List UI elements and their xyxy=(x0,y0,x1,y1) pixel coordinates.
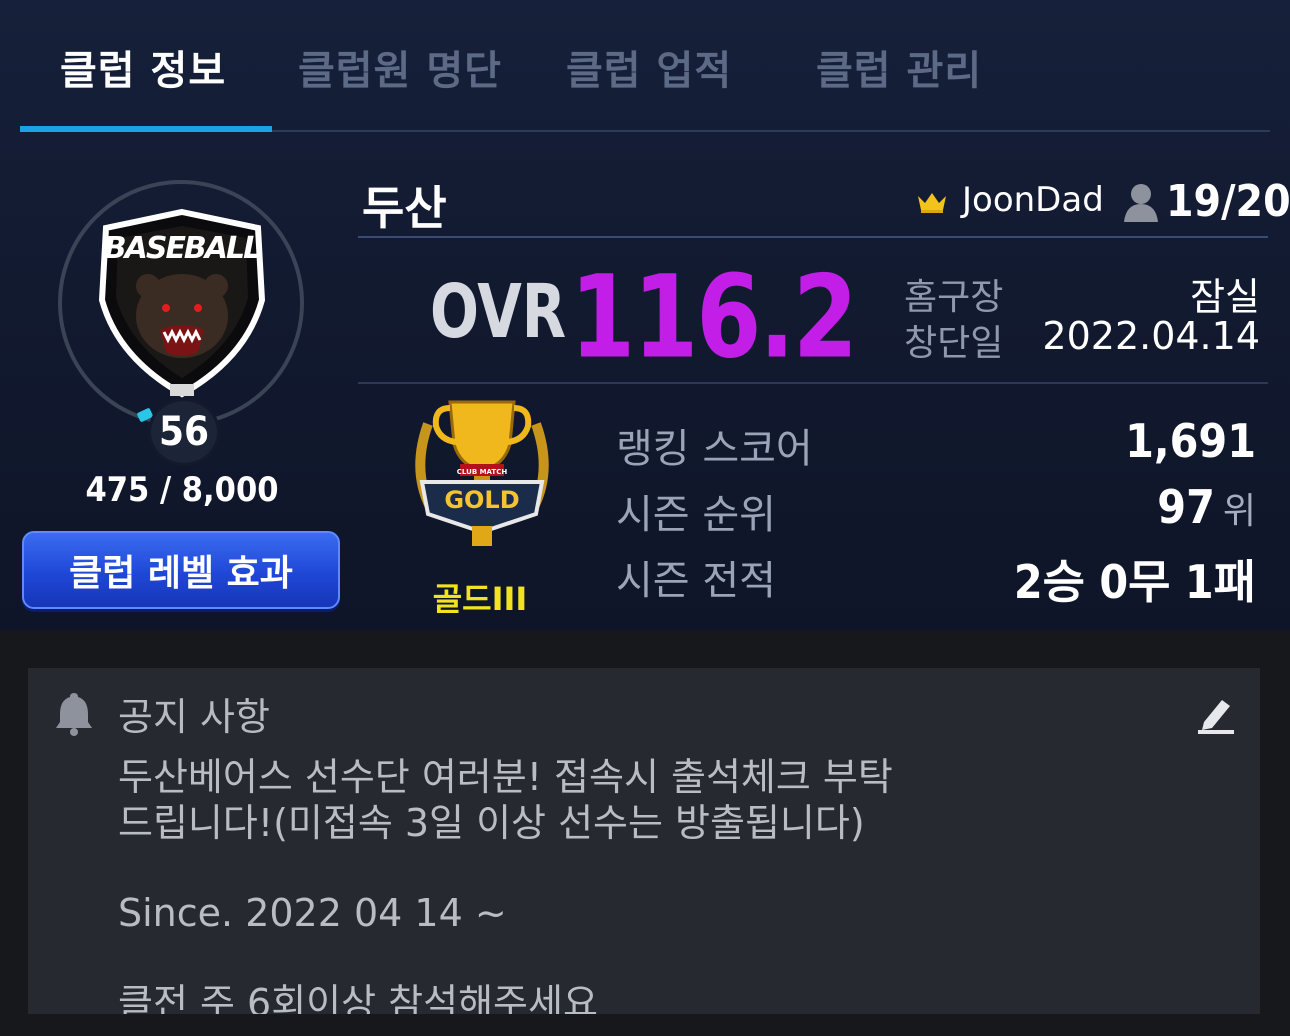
club-owner[interactable]: JoonDad xyxy=(962,180,1104,220)
season-rank-number: 97 xyxy=(1157,480,1215,534)
club-emblem-logo[interactable]: BASEBALL xyxy=(96,208,268,398)
season-record-value: 2승 0무 1패 xyxy=(1013,555,1256,609)
tab-club-achievements[interactable]: 클럽 업적 xyxy=(566,38,732,96)
bottom-edge xyxy=(0,1014,1290,1036)
season-rank-label: 시즌 순위 xyxy=(616,492,776,538)
notice-panel: 공지 사항 두산베어스 선수단 여러분! 접속시 출석체크 부탁 드립니다!(미… xyxy=(28,668,1260,1014)
notice-blank-line xyxy=(118,846,1198,890)
tier-badge-text: GOLD xyxy=(444,486,519,514)
tab-bar: 클럽 정보 클럽원 명단 클럽 업적 클럽 관리 xyxy=(20,0,1270,134)
home-stadium-label: 홈구장 xyxy=(904,277,1004,318)
notice-title: 공지 사항 xyxy=(118,695,270,739)
founded-date-label: 창단일 xyxy=(904,323,1004,364)
season-record-label: 시즌 전적 xyxy=(616,558,776,604)
notice-line: 드립니다!(미접속 3일 이상 선수는 방출됩니다) xyxy=(118,801,865,845)
tab-club-members[interactable]: 클럽원 명단 xyxy=(298,38,502,96)
club-name: 두산 xyxy=(362,181,447,235)
ranking-score-label: 랭킹 스코어 xyxy=(616,426,813,472)
active-tab-indicator xyxy=(20,126,272,132)
bell-icon xyxy=(56,693,92,736)
club-exp: 475 / 8,000 xyxy=(85,470,279,510)
ranking-score-value: 1,691 xyxy=(1125,414,1256,468)
notice-line: 클전 주 6회이상 참석해주세요 xyxy=(118,981,598,1014)
club-level-badge: 56 xyxy=(148,398,220,466)
tier-name: 골드III xyxy=(432,580,528,618)
section-divider xyxy=(358,382,1268,384)
club-level-effect-button[interactable]: 클럽 레벨 효과 xyxy=(22,531,340,609)
season-rank-value: 97 위 xyxy=(1157,480,1256,534)
edit-notice-icon[interactable] xyxy=(1198,694,1234,734)
notice-line: 두산베어스 선수단 여러분! 접속시 출석체크 부탁 xyxy=(118,755,893,799)
tab-club-management[interactable]: 클럽 관리 xyxy=(816,38,982,96)
notice-body: 두산베어스 선수단 여러분! 접속시 출석체크 부탁 드립니다!(미접속 3일 … xyxy=(118,754,1198,1014)
notice-line: Since. 2022 04 14 ~ xyxy=(118,891,507,935)
tab-club-info[interactable]: 클럽 정보 xyxy=(60,38,226,96)
ovr-value: 116.2 xyxy=(570,250,858,385)
member-count: 19/20 xyxy=(1166,176,1290,227)
member-icon xyxy=(1124,184,1158,222)
crown-icon xyxy=(918,193,946,213)
season-rank-unit: 위 xyxy=(1222,491,1256,532)
gold-tier-trophy-icon: CLUB MATCH GOLD xyxy=(415,400,549,546)
ovr-label: OVR xyxy=(430,270,567,356)
home-stadium-value: 잠실 xyxy=(1190,275,1260,319)
header-divider xyxy=(358,236,1268,238)
founded-date-value: 2022.04.14 xyxy=(1042,314,1260,358)
tier-badge-sub: CLUB MATCH xyxy=(457,468,508,476)
notice-blank-line xyxy=(118,936,1198,980)
emblem-text: BASEBALL xyxy=(104,231,261,266)
